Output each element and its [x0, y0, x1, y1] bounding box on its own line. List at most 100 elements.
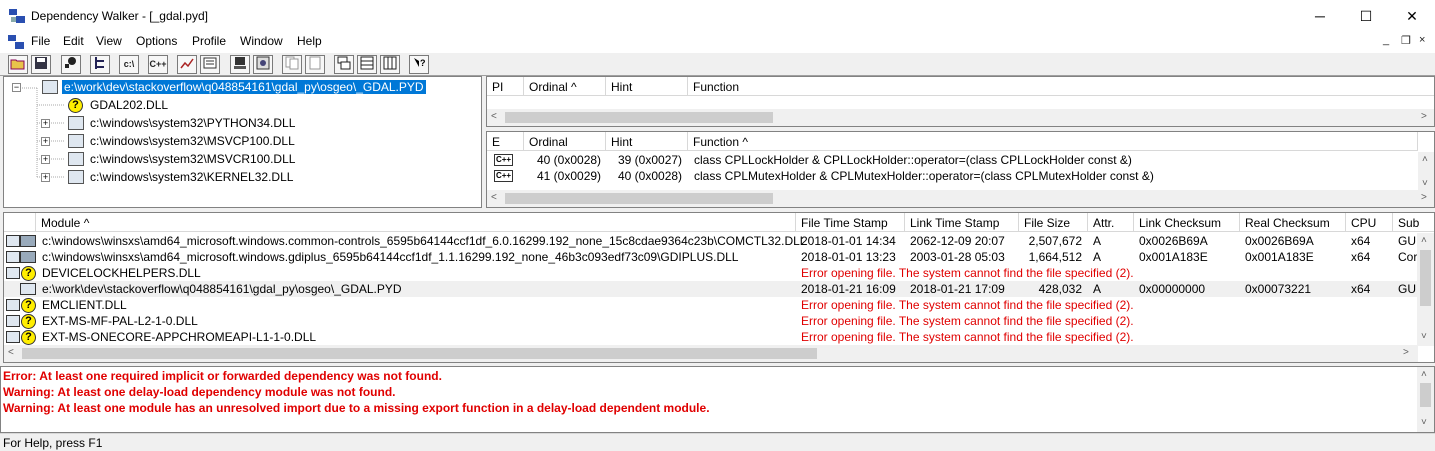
scroll-right-icon[interactable]: >: [1403, 347, 1409, 358]
copy-icon[interactable]: [282, 55, 302, 74]
horizontal-scrollbar[interactable]: < >: [487, 190, 1434, 207]
table-row[interactable]: C++ 40 (0x0028) 39 (0x0027) class CPLLoc…: [487, 152, 1418, 168]
horizontal-scrollbar[interactable]: < >: [4, 345, 1418, 362]
paste-icon[interactable]: [305, 55, 325, 74]
tile-horizontal-icon[interactable]: [357, 55, 377, 74]
chart-icon[interactable]: [177, 55, 197, 74]
system-info-icon[interactable]: [230, 55, 250, 74]
tree-icon[interactable]: [90, 55, 110, 74]
scroll-left-icon[interactable]: <: [491, 192, 497, 203]
open-icon[interactable]: [8, 55, 28, 74]
table-row[interactable]: ? EMCLIENT.DLL Error opening file. The s…: [4, 297, 1418, 313]
table-row[interactable]: ? EXT-MS-MF-PAL-L2-1-0.DLL Error opening…: [4, 313, 1418, 329]
scroll-down-icon[interactable]: ˅: [1421, 417, 1427, 428]
column-header[interactable]: PI: [487, 77, 524, 96]
save-icon[interactable]: [31, 55, 51, 74]
exports-list[interactable]: E Ordinal Hint Function ^ C++ 40 (0x0028…: [486, 131, 1435, 208]
minimize-button[interactable]: ─: [1297, 0, 1343, 32]
horizontal-scrollbar[interactable]: < >: [487, 109, 1434, 126]
scroll-right-icon[interactable]: >: [1421, 192, 1427, 203]
table-row[interactable]: c:\windows\winsxs\amd64_microsoft.window…: [4, 249, 1418, 265]
menu-view[interactable]: View: [96, 34, 122, 48]
undecorate-cpp-button[interactable]: C++: [148, 55, 168, 74]
tile-vertical-icon[interactable]: [380, 55, 400, 74]
menu-file[interactable]: File: [31, 34, 50, 48]
mdi-close-button[interactable]: ×: [1419, 34, 1425, 46]
column-header-icon[interactable]: [4, 213, 36, 232]
column-header[interactable]: Function: [688, 77, 1434, 96]
missing-module-icon: ?: [21, 266, 36, 281]
highlight-icon[interactable]: [253, 55, 273, 74]
link-checksum-cell: 0x00000000: [1139, 282, 1206, 296]
scroll-up-icon[interactable]: ˄: [1421, 235, 1427, 246]
table-row[interactable]: C++ 41 (0x0029) 40 (0x0028) class CPLMut…: [487, 168, 1418, 184]
close-button[interactable]: ✕: [1389, 0, 1435, 32]
tree-root[interactable]: e:\work\dev\stackoverflow\q048854161\gda…: [42, 79, 481, 96]
child-window-icon[interactable]: [8, 34, 24, 50]
full-paths-button[interactable]: c:\: [119, 55, 139, 74]
scroll-thumb[interactable]: [505, 193, 773, 204]
column-header[interactable]: File Time Stamp: [796, 213, 905, 232]
column-header[interactable]: Hint: [606, 132, 688, 151]
context-help-icon[interactable]: ?: [409, 55, 429, 74]
dependency-tree[interactable]: − e:\work\dev\stackoverflow\q048854161\g…: [3, 76, 482, 208]
table-row[interactable]: c:\windows\winsxs\amd64_microsoft.window…: [4, 233, 1418, 249]
maximize-button[interactable]: ☐: [1343, 0, 1389, 32]
parent-imports-list[interactable]: PI Ordinal ^ Hint Function < >: [486, 76, 1435, 127]
scroll-left-icon[interactable]: <: [8, 347, 14, 358]
properties-icon[interactable]: [200, 55, 220, 74]
table-row[interactable]: ? DEVICELOCKHELPERS.DLL Error opening fi…: [4, 265, 1418, 281]
column-header[interactable]: Real Checksum: [1240, 213, 1346, 232]
table-row[interactable]: ? EXT-MS-ONECORE-APPCHROMEAPI-L1-1-0.DLL…: [4, 329, 1418, 345]
vertical-scrollbar[interactable]: ˄ ˅: [1418, 152, 1434, 192]
scroll-right-icon[interactable]: >: [1421, 111, 1427, 122]
ordinal-cell: 40 (0x0028): [537, 153, 602, 167]
module-icon: [68, 170, 84, 184]
menu-options[interactable]: Options: [136, 34, 177, 48]
log-pane[interactable]: Error: At least one required implicit or…: [0, 366, 1435, 433]
column-header[interactable]: Link Checksum: [1134, 213, 1240, 232]
find-icon[interactable]: [61, 55, 81, 74]
column-header[interactable]: CPU: [1346, 213, 1393, 232]
menu-window[interactable]: Window: [240, 34, 283, 48]
column-header[interactable]: Link Time Stamp: [905, 213, 1019, 232]
tree-item-label: c:\windows\system32\PYTHON34.DLL: [90, 116, 296, 130]
expand-toggle[interactable]: +: [41, 173, 50, 182]
scroll-up-icon[interactable]: ˄: [1421, 369, 1427, 380]
scroll-thumb[interactable]: [22, 348, 817, 359]
menu-help[interactable]: Help: [297, 34, 322, 48]
module-list[interactable]: Module ^ File Time Stamp Link Time Stamp…: [3, 212, 1435, 363]
expand-toggle[interactable]: +: [41, 155, 50, 164]
svg-text:?: ?: [420, 58, 426, 68]
vertical-scrollbar[interactable]: ˄ ˅: [1417, 367, 1434, 432]
column-header[interactable]: Function ^: [688, 132, 1418, 151]
menu-edit[interactable]: Edit: [63, 34, 84, 48]
collapse-toggle[interactable]: −: [12, 83, 21, 92]
link-checksum-cell: 0x001A183E: [1139, 250, 1208, 264]
column-header[interactable]: Module ^: [36, 213, 796, 232]
vertical-scrollbar[interactable]: ˄ ˅: [1417, 233, 1434, 346]
scroll-down-icon[interactable]: ˅: [1422, 178, 1428, 189]
expand-toggle[interactable]: +: [41, 137, 50, 146]
scroll-up-icon[interactable]: ˄: [1422, 154, 1428, 165]
column-header[interactable]: Ordinal: [524, 132, 606, 151]
scroll-thumb[interactable]: [1420, 383, 1431, 407]
scroll-thumb[interactable]: [1420, 250, 1431, 306]
column-header[interactable]: E: [487, 132, 524, 151]
scroll-down-icon[interactable]: ˅: [1421, 331, 1427, 342]
scroll-thumb[interactable]: [505, 112, 773, 123]
file-timestamp-cell: 2018-01-01 14:34: [801, 234, 896, 248]
mdi-minimize-button[interactable]: _: [1383, 34, 1389, 46]
column-header[interactable]: Ordinal ^: [524, 77, 606, 96]
module-icon: [68, 152, 84, 166]
cascade-icon[interactable]: [334, 55, 354, 74]
mdi-restore-button[interactable]: ❐: [1401, 34, 1411, 47]
column-header[interactable]: Hint: [606, 77, 688, 96]
column-header[interactable]: Sub: [1393, 213, 1434, 232]
column-header[interactable]: File Size: [1019, 213, 1088, 232]
table-row[interactable]: e:\work\dev\stackoverflow\q048854161\gda…: [4, 281, 1418, 297]
column-header[interactable]: Attr.: [1088, 213, 1134, 232]
expand-toggle[interactable]: +: [41, 119, 50, 128]
menu-profile[interactable]: Profile: [192, 34, 226, 48]
scroll-left-icon[interactable]: <: [491, 111, 497, 122]
